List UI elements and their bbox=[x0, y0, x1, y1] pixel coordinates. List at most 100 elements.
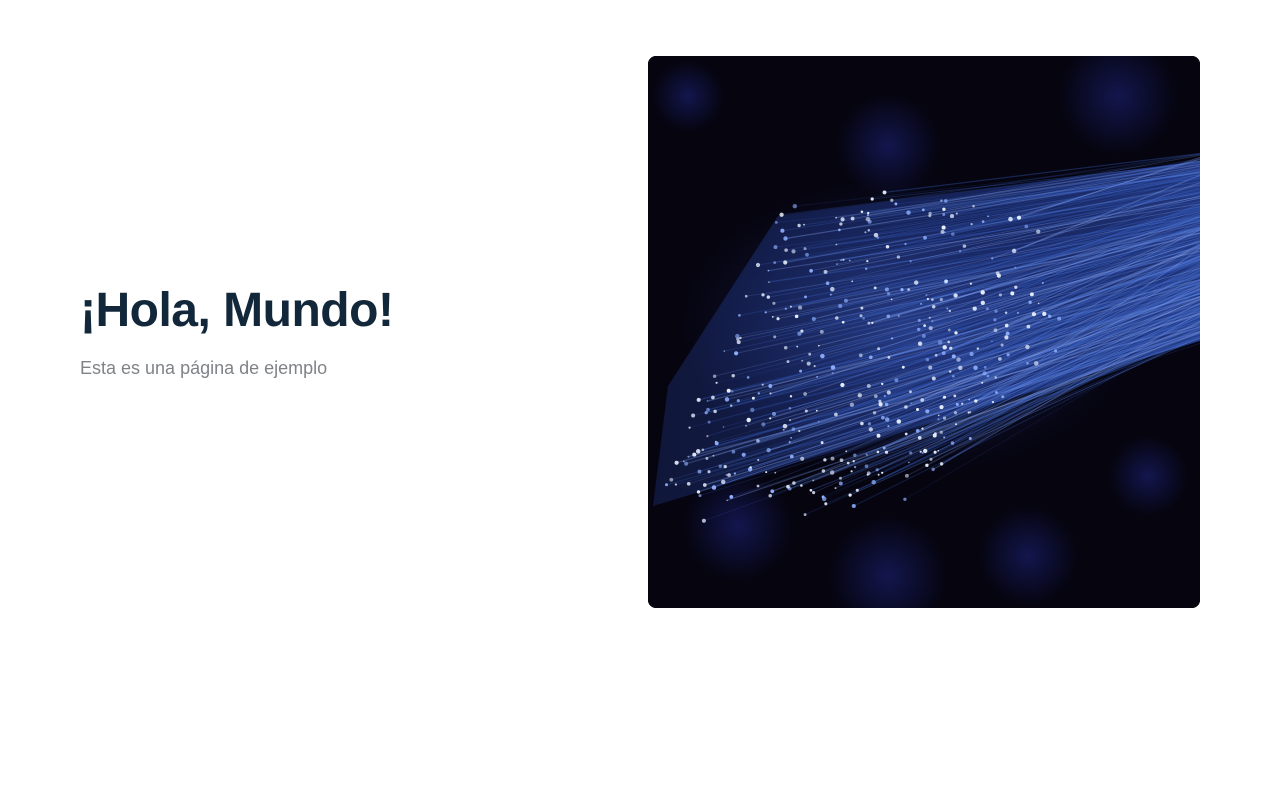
fiber-tip bbox=[840, 217, 845, 222]
fiber-tip bbox=[860, 421, 864, 426]
fiber-tip bbox=[761, 383, 764, 386]
fiber-tip bbox=[1029, 292, 1034, 297]
fiber-tip bbox=[991, 400, 995, 404]
fiber-tip bbox=[688, 426, 691, 429]
fiber-tip bbox=[1016, 311, 1019, 314]
fiber-tip bbox=[1014, 285, 1018, 289]
fiber-tip bbox=[967, 411, 970, 414]
fiber-tip bbox=[865, 216, 871, 222]
fiber-tip bbox=[903, 497, 907, 501]
fiber-tip bbox=[698, 494, 702, 498]
fiber-tip bbox=[949, 346, 953, 350]
fiber-tip bbox=[980, 290, 985, 295]
fiber-tip bbox=[904, 473, 909, 478]
fiber-tip bbox=[770, 489, 775, 494]
fiber-tip bbox=[860, 306, 864, 310]
fiber-tip bbox=[723, 350, 726, 352]
fiber-tip bbox=[823, 458, 827, 462]
fiber-tip bbox=[765, 471, 768, 474]
fiber-tip bbox=[691, 413, 696, 418]
fiber-tip bbox=[904, 242, 907, 246]
fiber-tip bbox=[860, 210, 864, 214]
fiber-tip bbox=[877, 347, 881, 351]
bokeh-circle bbox=[652, 60, 724, 132]
fiber-tip bbox=[931, 298, 934, 301]
fiber-tip bbox=[800, 456, 805, 461]
fiber-tip bbox=[868, 355, 873, 360]
fiber-tip bbox=[825, 281, 830, 286]
fiber-tip bbox=[962, 244, 967, 248]
fiber-tip bbox=[806, 361, 811, 366]
fiber-tip bbox=[766, 448, 771, 453]
fiber-tip bbox=[1011, 248, 1017, 254]
fiber-tip bbox=[906, 210, 911, 215]
fiber-tip bbox=[913, 280, 919, 285]
fiber-tip bbox=[931, 320, 934, 323]
fiber-tip bbox=[944, 279, 948, 284]
fiber-tip bbox=[998, 293, 1002, 297]
fiber-tip bbox=[859, 314, 863, 318]
fiber-tip bbox=[801, 359, 804, 362]
fiber-tip bbox=[864, 267, 868, 270]
fiber-tip bbox=[943, 436, 946, 439]
fiber-tip bbox=[835, 316, 839, 320]
fiber-tip bbox=[788, 407, 792, 410]
fiber-tip bbox=[674, 460, 679, 465]
fiber-tip bbox=[867, 229, 871, 232]
fiber-tip bbox=[876, 450, 880, 454]
fiber-tip bbox=[974, 399, 978, 403]
fiber-tip bbox=[991, 257, 994, 260]
fiber-tip bbox=[996, 273, 1001, 278]
fiber-tip bbox=[726, 499, 729, 502]
page: ¡Hola, Mundo! Esta es una página de ejem… bbox=[0, 0, 1280, 800]
fiber-tip bbox=[731, 374, 735, 378]
fiber-tip bbox=[881, 382, 884, 386]
fiber-tip bbox=[900, 287, 904, 292]
fiber-tip bbox=[821, 495, 825, 499]
fiber-tip bbox=[774, 471, 777, 474]
fiber-tip bbox=[692, 452, 697, 457]
fiber-tip bbox=[868, 427, 873, 432]
fiber-tip bbox=[839, 222, 843, 226]
fiber-tip bbox=[858, 353, 863, 358]
fiber-tip bbox=[937, 418, 940, 421]
fiber-tip bbox=[968, 437, 972, 440]
fiber-tip bbox=[950, 441, 955, 445]
fiber-tip bbox=[951, 354, 956, 359]
fiber-tip bbox=[986, 374, 990, 378]
hero-image bbox=[648, 56, 1200, 608]
fiber-tip bbox=[850, 216, 855, 221]
fiber-tip bbox=[746, 376, 750, 379]
fiber-tip bbox=[836, 263, 839, 266]
fiber-tip bbox=[707, 420, 711, 424]
fiber-tip bbox=[848, 259, 851, 262]
fiber-tip bbox=[955, 423, 957, 426]
fiber-tip bbox=[931, 467, 935, 472]
fiber-tip bbox=[830, 456, 835, 461]
fiber-tip bbox=[921, 451, 924, 454]
fiber-tip bbox=[972, 306, 977, 311]
fiber-tip bbox=[773, 261, 777, 264]
fiber-tip bbox=[886, 390, 891, 395]
fiber-tip bbox=[764, 311, 767, 314]
fiber-tip bbox=[805, 252, 809, 257]
fiber-tip bbox=[852, 460, 855, 463]
fiber-tip bbox=[1047, 314, 1052, 319]
fiber-tip bbox=[824, 502, 828, 506]
fiber-tip bbox=[734, 351, 739, 356]
fiber-tip bbox=[812, 479, 815, 482]
fiber-tip bbox=[687, 455, 690, 458]
fiber-tip bbox=[798, 429, 801, 433]
fiber-tip bbox=[916, 327, 921, 332]
fiber-tip bbox=[746, 417, 751, 423]
fiber-tip bbox=[816, 376, 818, 378]
fiber-tip bbox=[998, 357, 1002, 361]
fiber-tip bbox=[786, 360, 790, 364]
fiber-tip bbox=[686, 481, 691, 486]
fiber-tip bbox=[804, 295, 807, 299]
fiber-tip bbox=[789, 395, 793, 398]
fiber-tip bbox=[864, 231, 867, 234]
fiber-tip bbox=[941, 351, 946, 355]
fiber-tip bbox=[713, 409, 717, 414]
fiber-tip bbox=[919, 450, 922, 453]
